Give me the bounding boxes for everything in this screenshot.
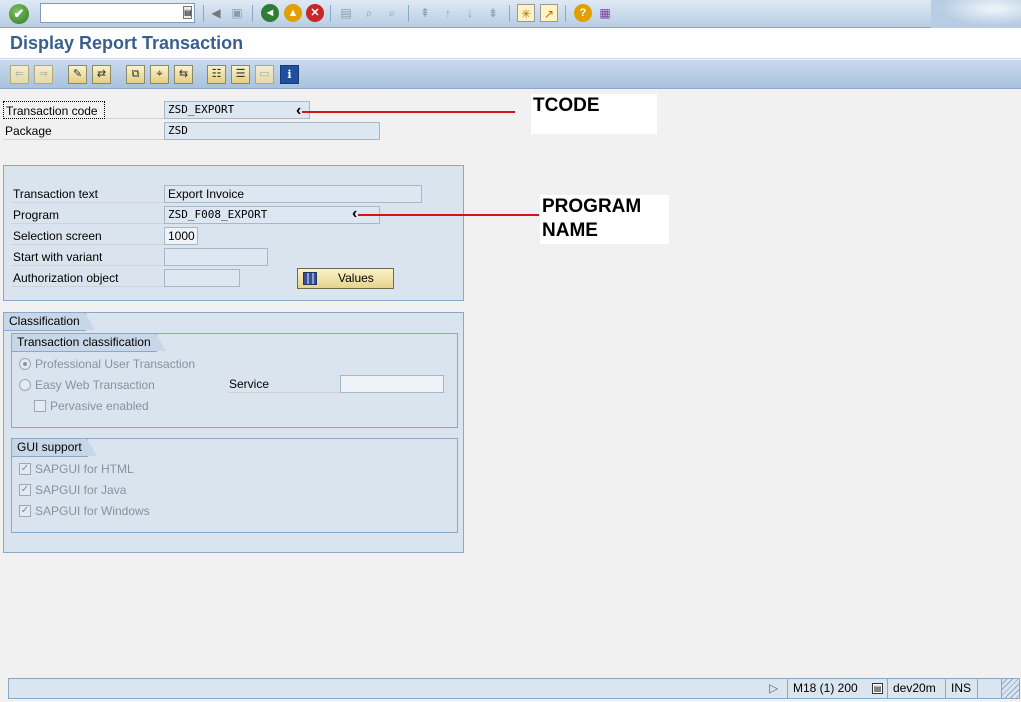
print-list-icon[interactable]: ☰ bbox=[231, 65, 250, 84]
command-history-icon[interactable]: ▤ bbox=[183, 6, 192, 19]
title-bar: Display Report Transaction bbox=[0, 28, 1021, 59]
back-arrow-icon[interactable]: ⇐ bbox=[10, 65, 29, 84]
create-session-icon[interactable]: ✳ bbox=[517, 4, 535, 22]
back-icon[interactable]: ◄ bbox=[261, 4, 279, 22]
exit-icon[interactable]: ▲ bbox=[284, 4, 302, 22]
authorization-object-label: Authorization object bbox=[11, 269, 165, 287]
next-page-icon[interactable]: ↓ bbox=[461, 4, 479, 22]
authorization-object-field[interactable] bbox=[164, 269, 240, 287]
program-callout: PROGRAM NAME bbox=[540, 195, 669, 244]
tcode-label: Transaction code bbox=[3, 101, 105, 119]
toolbar-separator bbox=[330, 5, 331, 22]
find-next-icon[interactable]: ⌕ bbox=[383, 4, 401, 22]
sapgui-java-checkbox[interactable]: ✓ bbox=[19, 484, 31, 496]
hierarchy-icon[interactable]: ☷ bbox=[207, 65, 226, 84]
sapgui-windows-label: SAPGUI for Windows bbox=[35, 504, 150, 518]
history-back-icon[interactable]: ◀ bbox=[207, 4, 225, 22]
status-empty-cell bbox=[977, 679, 1001, 698]
status-bar: ▷ M18 (1) 200 ▤ dev20m INS bbox=[8, 678, 1020, 699]
service-label: Service bbox=[227, 375, 340, 393]
easy-web-label: Easy Web Transaction bbox=[35, 378, 155, 392]
sapgui-html-checkbox[interactable]: ✓ bbox=[19, 463, 31, 475]
tcode-field[interactable]: ZSD_EXPORT bbox=[164, 101, 310, 119]
start-variant-label: Start with variant bbox=[11, 248, 165, 266]
values-button[interactable]: Values bbox=[297, 268, 394, 289]
sap-logo-swirl bbox=[931, 0, 1021, 28]
program-group: Transaction text Export Invoice Program … bbox=[3, 165, 464, 301]
transaction-text-label: Transaction text bbox=[11, 185, 165, 203]
gui-support-group: GUI support ✓ SAPGUI for HTML ✓ SAPGUI f… bbox=[11, 438, 458, 533]
change-icon[interactable]: ✎ bbox=[68, 65, 87, 84]
where-used-icon[interactable]: ⌖ bbox=[150, 65, 169, 84]
start-variant-field[interactable] bbox=[164, 248, 268, 266]
info-icon[interactable]: i bbox=[280, 65, 299, 84]
tcode-callout: TCODE bbox=[531, 94, 657, 134]
program-arrowhead-icon: ‹ bbox=[352, 205, 358, 222]
status-mode[interactable]: INS bbox=[945, 679, 977, 698]
display-change-icon[interactable]: ⇄ bbox=[92, 65, 111, 84]
help-icon[interactable]: ? bbox=[574, 4, 592, 22]
last-page-icon[interactable]: ⇟ bbox=[484, 4, 502, 22]
other-object-icon[interactable]: ⧉ bbox=[126, 65, 145, 84]
page-title: Display Report Transaction bbox=[10, 33, 244, 53]
gui-support-title: GUI support bbox=[12, 439, 97, 457]
classification-title: Classification bbox=[4, 313, 95, 331]
prev-page-icon[interactable]: ↑ bbox=[439, 4, 457, 22]
tcode-arrow bbox=[302, 111, 515, 113]
tcode-label-underline bbox=[105, 101, 164, 119]
selection-screen-field[interactable]: 1000 bbox=[164, 227, 198, 245]
status-system-text: M18 (1) 200 bbox=[793, 681, 858, 695]
resize-grip-icon[interactable] bbox=[1001, 679, 1019, 698]
first-page-icon[interactable]: ⇞ bbox=[416, 4, 434, 22]
sapgui-html-label: SAPGUI for HTML bbox=[35, 462, 134, 476]
professional-label: Professional User Transaction bbox=[35, 357, 196, 371]
package-field[interactable]: ZSD bbox=[164, 122, 380, 140]
program-callout-line1: PROGRAM bbox=[542, 196, 642, 217]
classification-group: Classification Transaction classificatio… bbox=[3, 312, 464, 553]
tcode-arrowhead-icon: ‹ bbox=[296, 102, 302, 119]
enter-icon[interactable]: ✔ bbox=[9, 4, 29, 24]
selection-screen-label: Selection screen bbox=[11, 227, 165, 245]
table-grid-icon bbox=[303, 272, 317, 285]
program-field[interactable]: ZSD_F008_EXPORT bbox=[164, 206, 380, 224]
program-callout-line2: NAME bbox=[542, 220, 598, 241]
shortcut-icon[interactable]: ↗ bbox=[540, 4, 558, 22]
application-toolbar: ⇐ ⇒ ✎ ⇄ ⧉ ⌖ ⇆ ☷ ☰ ▭ i bbox=[0, 60, 1021, 89]
navigate-icon[interactable]: ⇆ bbox=[174, 65, 193, 84]
toolbar-separator bbox=[509, 5, 510, 22]
command-field[interactable]: ▤ bbox=[40, 3, 195, 23]
values-button-label: Values bbox=[338, 271, 374, 285]
professional-radio[interactable] bbox=[19, 358, 31, 370]
pervasive-checkbox[interactable] bbox=[34, 400, 46, 412]
pervasive-label: Pervasive enabled bbox=[50, 399, 149, 413]
sapgui-windows-checkbox[interactable]: ✓ bbox=[19, 505, 31, 517]
transaction-classification-group: Transaction classification Professional … bbox=[11, 333, 458, 428]
sapgui-java-label: SAPGUI for Java bbox=[35, 483, 127, 497]
toolbar-separator bbox=[565, 5, 566, 22]
system-toolbar: ✔ ▤ ◀ ▣ ◄ ▲ ✕ ▤ ⌕ ⌕ ⇞ ↑ ↓ ⇟ ✳ ↗ ? ▦ bbox=[0, 0, 1021, 28]
program-label: Program bbox=[11, 206, 165, 224]
save-icon[interactable]: ▣ bbox=[228, 4, 246, 22]
tcode-callout-text: TCODE bbox=[533, 95, 600, 116]
package-label: Package bbox=[3, 122, 164, 140]
find-icon[interactable]: ⌕ bbox=[360, 4, 378, 22]
status-server: dev20m bbox=[887, 679, 945, 698]
easy-web-radio[interactable] bbox=[19, 379, 31, 391]
transaction-classification-title: Transaction classification bbox=[12, 334, 166, 352]
program-arrow bbox=[358, 214, 539, 216]
print-icon[interactable]: ▤ bbox=[337, 4, 355, 22]
status-system: M18 (1) 200 ▤ bbox=[787, 679, 887, 698]
transaction-text-field[interactable]: Export Invoice bbox=[164, 185, 422, 203]
object-list-icon[interactable]: ▭ bbox=[255, 65, 274, 84]
status-expand-icon[interactable]: ▷ bbox=[769, 679, 778, 698]
toolbar-separator bbox=[252, 5, 253, 22]
cancel-icon[interactable]: ✕ bbox=[306, 4, 324, 22]
system-info-icon[interactable]: ▤ bbox=[872, 683, 883, 694]
toolbar-separator bbox=[408, 5, 409, 22]
layout-icon[interactable]: ▦ bbox=[596, 4, 614, 22]
forward-arrow-icon[interactable]: ⇒ bbox=[34, 65, 53, 84]
toolbar-separator bbox=[203, 5, 204, 22]
service-field[interactable] bbox=[340, 375, 444, 393]
